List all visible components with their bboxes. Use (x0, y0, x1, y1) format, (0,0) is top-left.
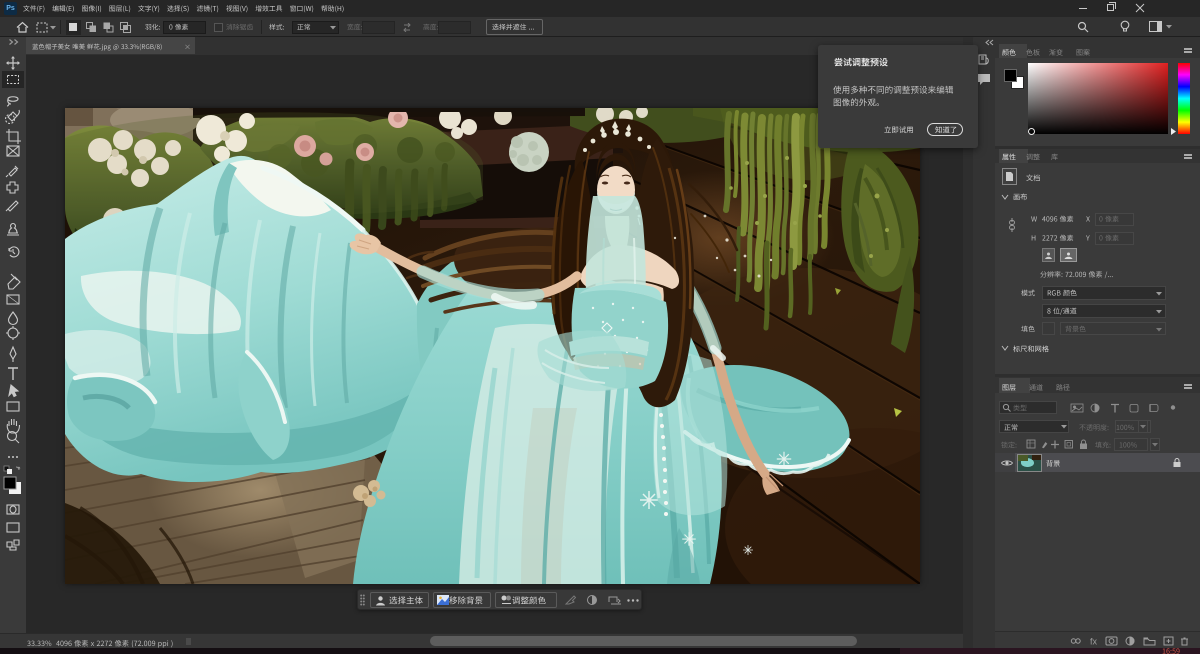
svg-text:fx: fx (1090, 637, 1098, 647)
